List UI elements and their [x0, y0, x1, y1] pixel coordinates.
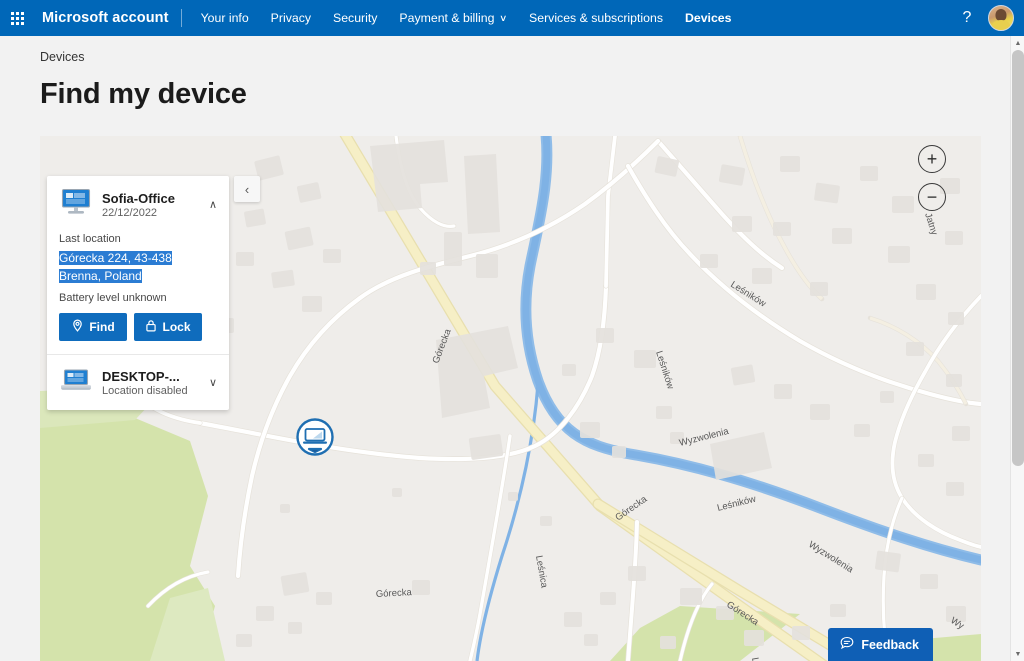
device-meta: DESKTOP-... Location disabled: [102, 369, 198, 397]
page-content: Devices Find my device .bld { fill:#e4e1…: [0, 36, 1010, 661]
nav-item-services-subscriptions[interactable]: Services & subscriptions: [518, 0, 674, 36]
scroll-down-arrow[interactable]: ▼: [1011, 647, 1024, 661]
device-name: DESKTOP-...: [102, 369, 198, 384]
app-launcher-icon[interactable]: [0, 0, 34, 36]
nav-item-label: Security: [333, 11, 377, 25]
nav-item-security[interactable]: Security: [322, 0, 388, 36]
device-details-sofia-office: Last location Górecka 224, 43-438 Brenna…: [47, 233, 229, 354]
lock-button[interactable]: Lock: [134, 313, 202, 341]
location-target-icon: [71, 319, 84, 335]
nav-item-devices[interactable]: Devices: [674, 0, 743, 36]
vertical-scrollbar[interactable]: ▲ ▼: [1010, 36, 1024, 661]
feedback-button[interactable]: Feedback: [828, 628, 933, 661]
device-item-sofia-office[interactable]: Sofia-Office 22/12/2022 ∧: [47, 176, 229, 233]
scrollbar-thumb[interactable]: [1012, 50, 1024, 466]
top-navigation-bar: Microsoft account Your info Privacy Secu…: [0, 0, 1024, 36]
device-list-card: Sofia-Office 22/12/2022 ∧ Last location …: [47, 176, 229, 410]
speech-bubble-icon: [840, 636, 854, 653]
nav-item-label: Services & subscriptions: [529, 11, 663, 25]
nav-item-label: Payment & billing: [399, 11, 494, 25]
chevron-up-icon[interactable]: ∧: [207, 198, 219, 211]
page-title: Find my device: [40, 78, 247, 111]
nav-item-label: Your info: [201, 11, 249, 25]
device-meta: Sofia-Office 22/12/2022: [102, 191, 198, 219]
map-zoom-controls: + −: [918, 145, 946, 211]
device-actions: Find Lock: [59, 313, 217, 341]
nav-item-label: Devices: [685, 11, 732, 25]
nav-item-privacy[interactable]: Privacy: [260, 0, 322, 36]
scroll-up-arrow[interactable]: ▲: [1011, 36, 1024, 50]
device-item-desktop[interactable]: DESKTOP-... Location disabled ∨: [47, 355, 229, 410]
nav-divider: [181, 9, 182, 27]
device-date: 22/12/2022: [102, 207, 198, 219]
last-location-value-wrap[interactable]: Górecka 224, 43-438 Brenna, Poland: [59, 249, 205, 285]
device-name: Sofia-Office: [102, 191, 198, 206]
last-location-address[interactable]: Górecka 224, 43-438 Brenna, Poland: [59, 251, 172, 283]
nav-item-label: Privacy: [271, 11, 311, 25]
brand-link[interactable]: Microsoft account: [34, 10, 181, 26]
laptop-icon: [59, 366, 93, 399]
battery-status: Battery level unknown: [59, 292, 217, 304]
map-container[interactable]: .bld { fill:#e4e1dd; } .bld2{ fill:#e7e4…: [40, 136, 981, 661]
collapse-panel-button[interactable]: ‹: [234, 176, 260, 202]
feedback-label: Feedback: [861, 638, 919, 652]
nav-right-cluster: ?: [956, 5, 1024, 31]
chevron-down-icon: ∨: [500, 13, 508, 24]
breadcrumb[interactable]: Devices: [40, 50, 84, 64]
svg-text:Górecka: Górecka: [376, 587, 413, 600]
padlock-icon: [145, 319, 157, 335]
find-button[interactable]: Find: [59, 313, 127, 341]
chevron-down-icon[interactable]: ∨: [207, 376, 219, 389]
help-icon[interactable]: ?: [956, 9, 978, 27]
device-location-status: Location disabled: [102, 385, 198, 397]
device-location-pin[interactable]: [296, 418, 334, 466]
zoom-in-button[interactable]: +: [918, 145, 946, 173]
nav-item-your-info[interactable]: Your info: [190, 0, 260, 36]
avatar[interactable]: [988, 5, 1014, 31]
desktop-monitor-icon: [59, 187, 93, 222]
find-button-label: Find: [89, 320, 114, 334]
lock-button-label: Lock: [162, 320, 190, 334]
zoom-out-button[interactable]: −: [918, 183, 946, 211]
nav-item-payment-billing[interactable]: Payment & billing ∨: [388, 0, 518, 36]
last-location-label: Last location: [59, 233, 217, 245]
nav-links: Your info Privacy Security Payment & bil…: [190, 0, 743, 36]
